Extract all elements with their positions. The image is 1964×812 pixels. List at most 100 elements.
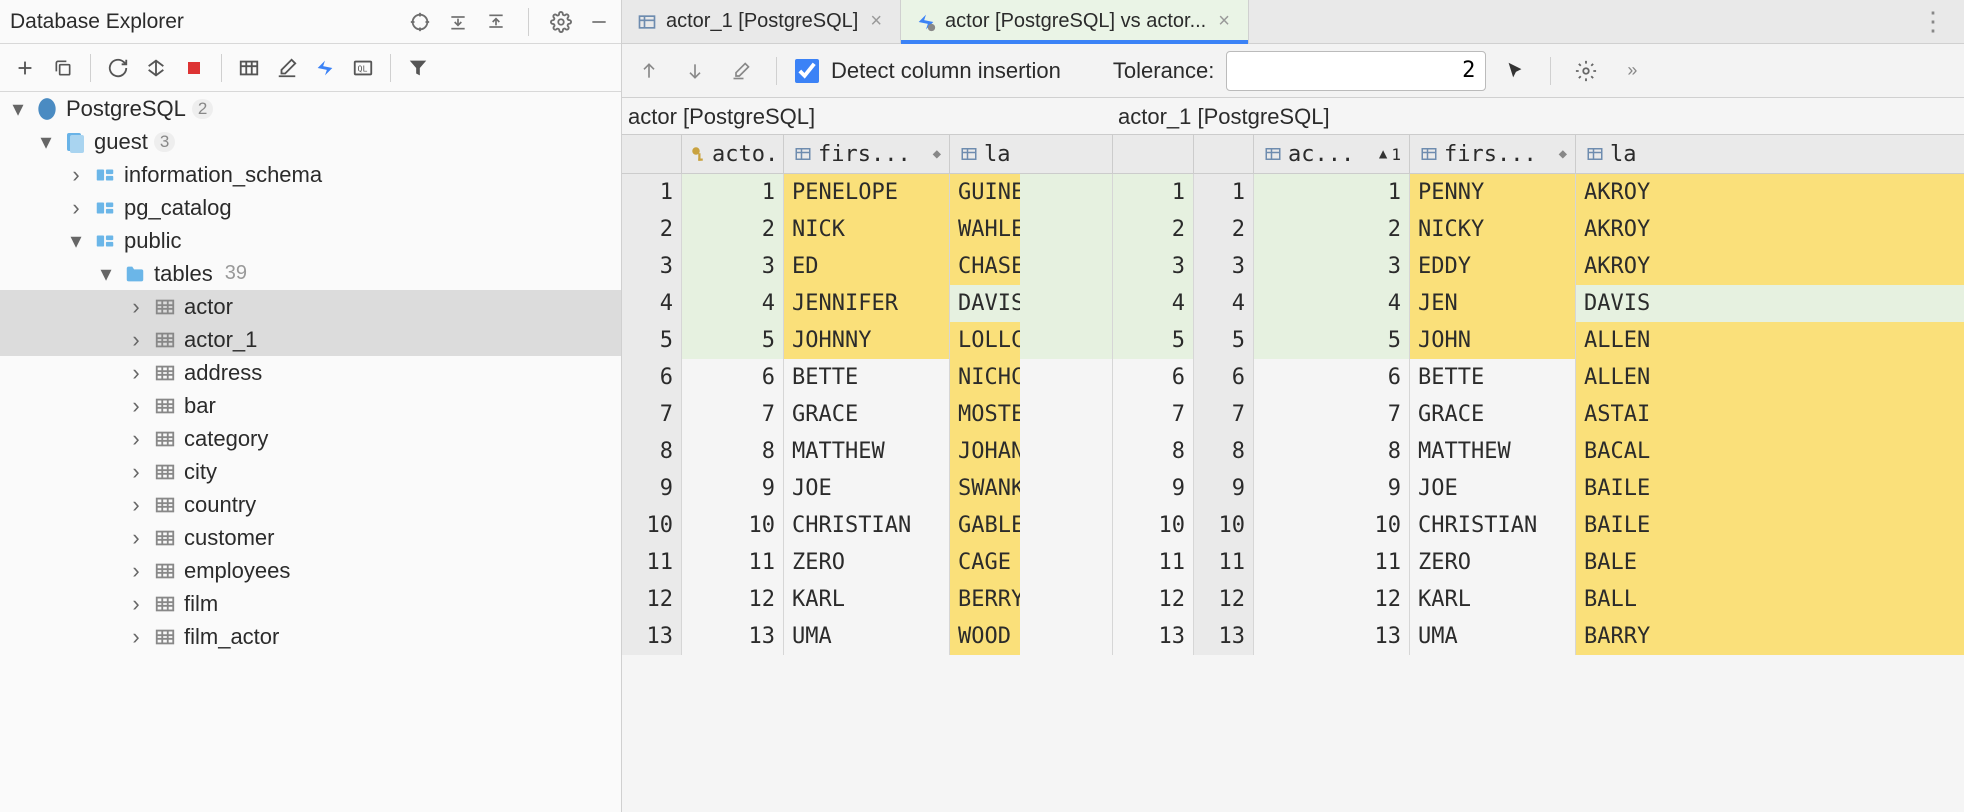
cell-id[interactable]: 12 bbox=[682, 581, 784, 618]
chevron-down-icon[interactable]: ▾ bbox=[36, 132, 56, 152]
cell-last-name[interactable]: SWANK bbox=[950, 470, 1020, 507]
chevron-right-icon[interactable]: › bbox=[126, 528, 146, 548]
cell-last-name[interactable]: AKROY bbox=[1576, 211, 1964, 248]
cell-first-name[interactable]: PENNY bbox=[1410, 174, 1576, 211]
table-row[interactable]: 2 2 NICK WAHLE bbox=[622, 211, 1112, 248]
cell-id[interactable]: 2 bbox=[1254, 211, 1410, 248]
right-grid[interactable]: ac... ▲ 1 firs... ◆ la 1 1 PENNY AKROY 2… bbox=[1194, 134, 1964, 812]
cell-first-name[interactable]: NICKY bbox=[1410, 211, 1576, 248]
cell-first-name[interactable]: MATTHEW bbox=[784, 433, 950, 470]
chevron-right-icon[interactable]: › bbox=[126, 429, 146, 449]
chevron-right-icon[interactable]: › bbox=[126, 561, 146, 581]
table-row[interactable]: 4 4 JENNIFER DAVIS bbox=[622, 285, 1112, 322]
table-row[interactable]: 10 10 CHRISTIAN GABLE bbox=[622, 507, 1112, 544]
schema-node[interactable]: › information_schema bbox=[0, 158, 621, 191]
cell-last-name[interactable]: AKROY bbox=[1576, 174, 1964, 211]
cell-last-name[interactable]: AKROY bbox=[1576, 248, 1964, 285]
target-icon[interactable] bbox=[408, 10, 432, 34]
cell-last-name[interactable]: LOLLC bbox=[950, 322, 1020, 359]
cursor-tool-icon[interactable] bbox=[1498, 54, 1532, 88]
prev-diff-icon[interactable] bbox=[632, 54, 666, 88]
cell-id[interactable]: 4 bbox=[682, 285, 784, 322]
cell-first-name[interactable]: GRACE bbox=[784, 396, 950, 433]
table-row[interactable]: 1 1 PENELOPE GUINE bbox=[622, 174, 1112, 211]
column-header-last-name[interactable]: la bbox=[950, 135, 1020, 173]
edit-icon[interactable] bbox=[270, 51, 304, 85]
cell-last-name[interactable]: NICHC bbox=[950, 359, 1020, 396]
overflow-icon[interactable]: » bbox=[1615, 54, 1649, 88]
cell-last-name[interactable]: ALLEN bbox=[1576, 322, 1964, 359]
chevron-right-icon[interactable]: › bbox=[66, 198, 86, 218]
table-row[interactable]: 10 10 CHRISTIAN BAILE bbox=[1194, 507, 1964, 544]
cell-id[interactable]: 10 bbox=[682, 507, 784, 544]
table-node-actor[interactable]: › actor bbox=[0, 290, 621, 323]
cell-id[interactable]: 5 bbox=[682, 322, 784, 359]
cell-first-name[interactable]: JOE bbox=[1410, 470, 1576, 507]
cell-id[interactable]: 1 bbox=[682, 174, 784, 211]
cell-first-name[interactable]: UMA bbox=[784, 618, 950, 655]
cell-id[interactable]: 7 bbox=[1254, 396, 1410, 433]
cell-first-name[interactable]: JENNIFER bbox=[784, 285, 950, 322]
cell-first-name[interactable]: CHRISTIAN bbox=[784, 507, 950, 544]
chevron-down-icon[interactable]: ▾ bbox=[66, 231, 86, 251]
table-row[interactable]: 9 9 JOE SWANK bbox=[622, 470, 1112, 507]
cell-last-name[interactable]: CHASE bbox=[950, 248, 1020, 285]
cell-id[interactable]: 11 bbox=[1254, 544, 1410, 581]
chevron-down-icon[interactable]: ▾ bbox=[8, 99, 28, 119]
cell-last-name[interactable]: CAGE bbox=[950, 544, 1020, 581]
cell-first-name[interactable]: KARL bbox=[784, 581, 950, 618]
cell-first-name[interactable]: JEN bbox=[1410, 285, 1576, 322]
table-node-customer[interactable]: › customer bbox=[0, 521, 621, 554]
cell-id[interactable]: 6 bbox=[682, 359, 784, 396]
edit-diff-icon[interactable] bbox=[724, 54, 758, 88]
column-header-first-name[interactable]: firs... ◆ bbox=[1410, 135, 1576, 173]
sort-icon[interactable]: ◆ bbox=[933, 146, 941, 162]
cell-id[interactable]: 10 bbox=[1254, 507, 1410, 544]
table-node-film[interactable]: › film bbox=[0, 587, 621, 620]
chevron-right-icon[interactable]: › bbox=[126, 495, 146, 515]
duplicate-icon[interactable] bbox=[46, 51, 80, 85]
table-icon[interactable] bbox=[232, 51, 266, 85]
sort-asc-icon[interactable]: ▲ bbox=[1379, 146, 1387, 162]
cell-first-name[interactable]: BETTE bbox=[784, 359, 950, 396]
chevron-right-icon[interactable]: › bbox=[126, 594, 146, 614]
cell-last-name[interactable]: GUINE bbox=[950, 174, 1020, 211]
cell-first-name[interactable]: ED bbox=[784, 248, 950, 285]
table-row[interactable]: 8 8 MATTHEW JOHAN bbox=[622, 433, 1112, 470]
table-row[interactable]: 11 11 ZERO BALE bbox=[1194, 544, 1964, 581]
cell-id[interactable]: 9 bbox=[1254, 470, 1410, 507]
table-row[interactable]: 12 12 KARL BERRY bbox=[622, 581, 1112, 618]
cell-first-name[interactable]: BETTE bbox=[1410, 359, 1576, 396]
cell-id[interactable]: 4 bbox=[1254, 285, 1410, 322]
more-menu-icon[interactable]: ⋮ bbox=[1904, 0, 1964, 43]
cell-last-name[interactable]: BACAL bbox=[1576, 433, 1964, 470]
cell-first-name[interactable]: PENELOPE bbox=[784, 174, 950, 211]
chevron-down-icon[interactable]: ▾ bbox=[96, 264, 116, 284]
settings-gear-icon[interactable] bbox=[1569, 54, 1603, 88]
table-node-actor_1[interactable]: › actor_1 bbox=[0, 323, 621, 356]
chevron-right-icon[interactable]: › bbox=[66, 165, 86, 185]
sort-icon[interactable]: ◆ bbox=[1559, 146, 1567, 162]
refresh-icon[interactable] bbox=[101, 51, 135, 85]
table-node-address[interactable]: › address bbox=[0, 356, 621, 389]
table-node-employees[interactable]: › employees bbox=[0, 554, 621, 587]
cell-id[interactable]: 5 bbox=[1254, 322, 1410, 359]
chevron-right-icon[interactable]: › bbox=[126, 462, 146, 482]
cell-last-name[interactable]: BAILE bbox=[1576, 507, 1964, 544]
table-node-bar[interactable]: › bar bbox=[0, 389, 621, 422]
table-row[interactable]: 6 6 BETTE NICHC bbox=[622, 359, 1112, 396]
database-node[interactable]: ▾ guest 3 bbox=[0, 125, 621, 158]
gear-icon[interactable] bbox=[549, 10, 573, 34]
expand-all-icon[interactable] bbox=[446, 10, 470, 34]
cleanup-icon[interactable] bbox=[139, 51, 173, 85]
cell-id[interactable]: 7 bbox=[682, 396, 784, 433]
chevron-right-icon[interactable]: › bbox=[126, 627, 146, 647]
cell-id[interactable]: 8 bbox=[682, 433, 784, 470]
close-icon[interactable]: × bbox=[866, 10, 886, 33]
cell-id[interactable]: 2 bbox=[682, 211, 784, 248]
tab-diff[interactable]: actor [PostgreSQL] vs actor... × bbox=[901, 0, 1249, 43]
cell-last-name[interactable]: ASTAI bbox=[1576, 396, 1964, 433]
cell-last-name[interactable]: JOHAN bbox=[950, 433, 1020, 470]
cell-last-name[interactable]: BAILE bbox=[1576, 470, 1964, 507]
cell-first-name[interactable]: NICK bbox=[784, 211, 950, 248]
